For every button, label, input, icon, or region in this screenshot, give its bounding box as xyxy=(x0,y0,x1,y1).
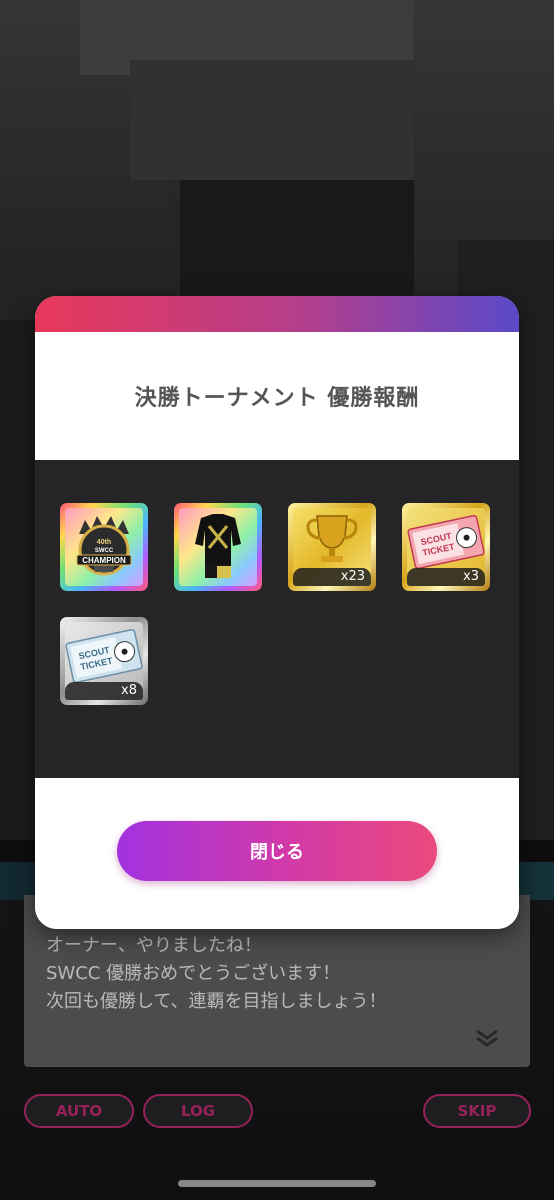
modal-title: 決勝トーナメント 優勝報酬 xyxy=(134,386,420,411)
svg-text:40th: 40th xyxy=(97,539,111,546)
reward-quantity: x3 xyxy=(407,568,485,586)
reward-item-champion-badge[interactable]: 40th SWCC CHAMPION xyxy=(60,503,148,591)
reward-item-red-scout-ticket[interactable]: SCOUT TICKET x3 xyxy=(402,503,490,591)
reward-modal: 決勝トーナメント 優勝報酬 40th SWCC CHAMPION x23 SCO… xyxy=(35,296,519,929)
modal-footer: 閉じる xyxy=(35,778,519,929)
modal-header-bar xyxy=(35,296,519,332)
champion-badge-icon: 40th SWCC CHAMPION xyxy=(76,516,132,576)
svg-text:CHAMPION: CHAMPION xyxy=(82,556,126,565)
reward-item-silver-scout-ticket[interactable]: SCOUT TICKET x8 xyxy=(60,617,148,705)
svg-text:SWCC: SWCC xyxy=(95,548,114,554)
close-button[interactable]: 閉じる xyxy=(117,821,437,881)
reward-quantity: x23 xyxy=(293,568,371,586)
reward-grid: 40th SWCC CHAMPION x23 SCOUT TICKET x3 S… xyxy=(35,460,519,778)
uniform-icon xyxy=(195,514,241,578)
reward-item-uniform[interactable] xyxy=(174,503,262,591)
reward-quantity: x8 xyxy=(65,682,143,700)
reward-item-trophy[interactable]: x23 xyxy=(288,503,376,591)
